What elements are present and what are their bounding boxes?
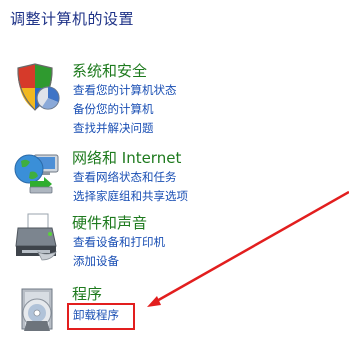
category-title-programs[interactable]: 程序 <box>72 283 102 304</box>
shield-security-icon[interactable] <box>12 62 62 114</box>
category-title-system-security[interactable]: 系统和安全 <box>72 60 147 81</box>
link-backup-computer[interactable]: 备份您的计算机 <box>73 101 154 117</box>
link-view-computer-status[interactable]: 查看您的计算机状态 <box>73 82 177 98</box>
category-title-hardware-sound[interactable]: 硬件和声音 <box>72 212 147 233</box>
globe-network-icon[interactable] <box>12 147 62 199</box>
link-view-network-status[interactable]: 查看网络状态和任务 <box>73 169 177 185</box>
printer-hardware-icon[interactable] <box>12 212 62 264</box>
link-troubleshoot[interactable]: 查找并解决问题 <box>73 120 154 136</box>
category-title-network-internet[interactable]: 网络和 Internet <box>72 147 181 168</box>
link-devices-printers[interactable]: 查看设备和打印机 <box>73 234 165 250</box>
link-add-device[interactable]: 添加设备 <box>73 253 119 269</box>
link-homegroup-sharing[interactable]: 选择家庭组和共享选项 <box>73 188 188 204</box>
highlight-box <box>67 303 135 330</box>
page-title: 调整计算机的设置 <box>10 10 135 28</box>
programs-disc-icon[interactable] <box>12 283 62 335</box>
